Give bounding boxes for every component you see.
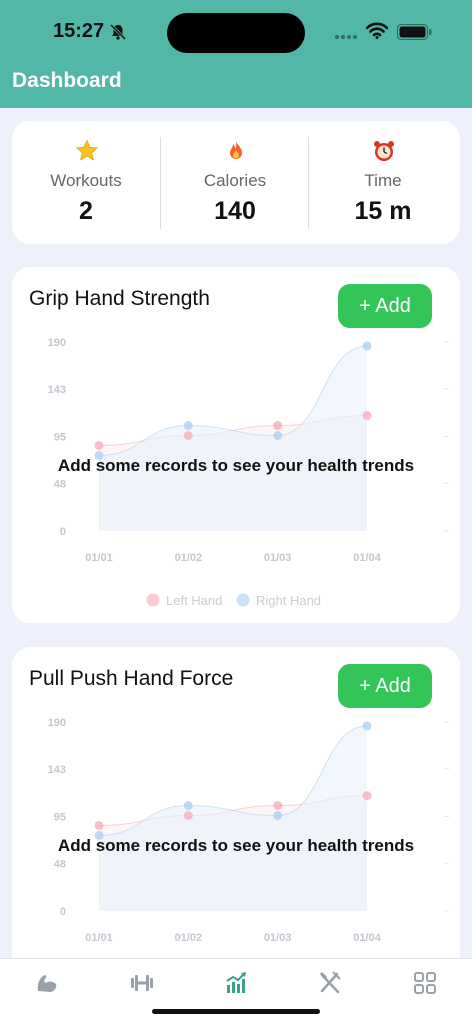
x-tick-label: 01/03 <box>264 932 292 944</box>
summary-stats-card: Workouts 2 Calories 140 Time 15 m <box>12 121 460 244</box>
stat-label: Calories <box>203 171 267 190</box>
tab-fork-knife-icon[interactable] <box>316 969 344 997</box>
data-point <box>273 801 283 811</box>
page-title: Dashboard <box>12 69 122 92</box>
data-point <box>183 421 193 431</box>
data-point <box>362 791 372 801</box>
tab-flexed-arm-icon[interactable] <box>33 969 61 997</box>
x-tick-label: 01/01 <box>85 552 113 564</box>
stat-value: 15 m <box>354 197 412 225</box>
y-tick-label: 48 <box>54 858 66 870</box>
x-tick-label: 01/04 <box>353 552 381 564</box>
tab-grid-icon[interactable] <box>411 969 439 997</box>
stat-value: 140 <box>214 197 256 225</box>
legend-label: Left Hand <box>166 593 222 608</box>
tab-chart-icon[interactable] <box>222 969 250 997</box>
stat-label: Time <box>364 171 402 190</box>
y-tick-label: 95 <box>54 432 66 444</box>
y-tick-label: 190 <box>48 717 66 729</box>
x-tick-label: 01/03 <box>264 552 292 564</box>
star-icon <box>75 139 99 161</box>
battery-icon <box>397 24 432 40</box>
empty-state-message: Add some records to see your health tren… <box>57 836 415 855</box>
y-tick-label: 0 <box>60 906 66 918</box>
bell-slash-icon <box>109 23 127 41</box>
card-title: Pull Push Hand Force <box>29 667 234 690</box>
dynamic-island <box>167 13 305 53</box>
alarm-clock-icon <box>374 141 394 161</box>
header: 15:27 Dashboard <box>0 0 472 108</box>
data-point <box>273 811 283 821</box>
data-point <box>183 811 193 821</box>
legend-swatch <box>236 593 250 607</box>
data-point <box>362 411 372 421</box>
stat-value: 2 <box>79 197 93 225</box>
y-tick-label: 190 <box>48 337 66 349</box>
home-indicator <box>152 1009 320 1014</box>
data-point <box>183 801 193 811</box>
y-tick-label: 0 <box>60 526 66 538</box>
data-point <box>94 440 104 450</box>
pull-push-force-card: 0489514319001/0101/0201/0301/04Left Hand… <box>12 647 460 1003</box>
stat-label: Workouts <box>50 171 122 190</box>
y-tick-label: 143 <box>48 384 66 396</box>
fire-icon <box>230 141 242 159</box>
status-bar: 15:27 <box>0 0 472 64</box>
add-force-record-button[interactable]: + Add <box>338 664 432 708</box>
stat-time: Time 15 m <box>309 121 457 244</box>
grip-strength-card: 0 48 95 143 190 01/01 01/02 01/03 01/04 Left Hand… <box>12 267 460 623</box>
status-time: 15:27 <box>53 20 105 42</box>
x-tick-label: 01/01 <box>85 932 113 944</box>
x-tick-label: 01/02 <box>175 932 203 944</box>
data-point <box>94 820 104 830</box>
add-grip-record-button[interactable]: + Add <box>338 284 432 328</box>
data-point <box>273 431 283 441</box>
y-tick-label: 143 <box>48 764 66 776</box>
stat-workouts: Workouts 2 <box>12 121 160 244</box>
wifi-icon <box>366 22 388 39</box>
empty-state-message: Add some records to see your health tren… <box>57 456 415 475</box>
card-title: Grip Hand Strength <box>29 287 210 310</box>
series-area <box>99 725 367 911</box>
legend-swatch <box>146 593 160 607</box>
series-area <box>99 345 367 531</box>
legend-label: Right Hand <box>256 593 321 608</box>
data-point <box>273 421 283 431</box>
y-tick-label: 48 <box>54 478 66 490</box>
cellular-signal-icon <box>335 35 359 39</box>
y-tick-label: 95 <box>54 812 66 824</box>
x-tick-label: 01/04 <box>353 932 381 944</box>
data-point <box>362 721 372 731</box>
data-point <box>362 341 372 351</box>
data-point <box>183 431 193 441</box>
stat-calories: Calories 140 <box>161 121 309 244</box>
x-tick-label: 01/02 <box>175 552 203 564</box>
tab-bar <box>0 958 472 1024</box>
tab-dumbbell-icon[interactable] <box>128 969 156 997</box>
